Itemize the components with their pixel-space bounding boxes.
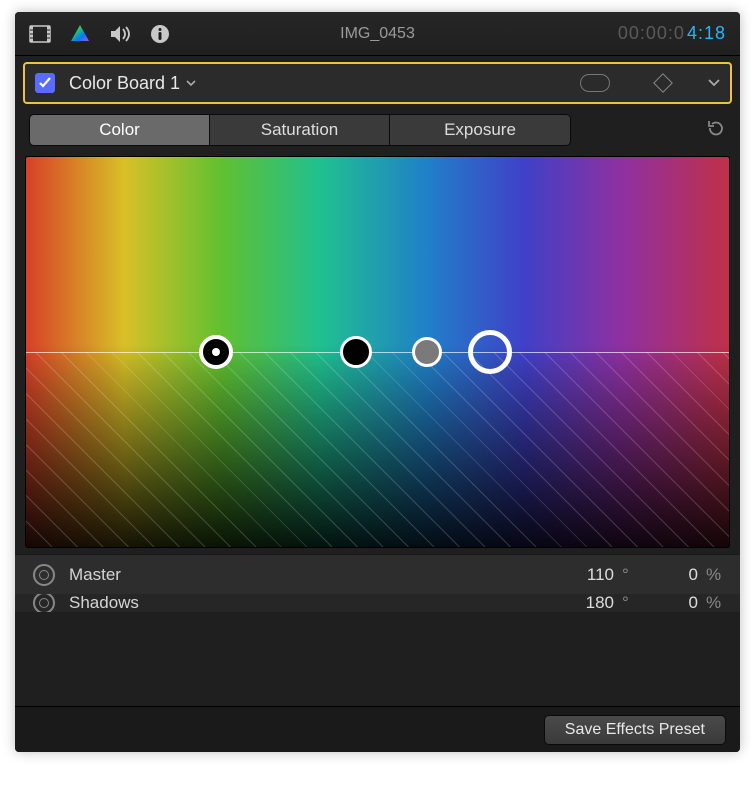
- save-effects-preset-button[interactable]: Save Effects Preset: [544, 715, 726, 745]
- param-row-master[interactable]: Master 110 ° 0 %: [15, 554, 740, 594]
- inspector-toolbar: IMG_0453 00:00:0 4:18: [15, 12, 740, 56]
- color-field-hatch: [26, 352, 729, 547]
- param-hue-unit: °: [614, 594, 638, 612]
- puck-highlights[interactable]: [412, 337, 442, 367]
- info-inspector-icon[interactable]: [149, 23, 171, 45]
- param-hue-value[interactable]: 110: [554, 565, 614, 585]
- effect-name-dropdown[interactable]: Color Board 1: [69, 73, 196, 94]
- color-field-wrap: [15, 152, 740, 548]
- param-puck-icon: [33, 594, 55, 612]
- param-hue-value[interactable]: 180: [554, 594, 614, 612]
- effect-header[interactable]: Color Board 1: [23, 62, 732, 104]
- puck-master[interactable]: [468, 330, 512, 374]
- puck-shadows[interactable]: [199, 335, 233, 369]
- inspector-footer: Save Effects Preset: [15, 706, 740, 752]
- timecode: 00:00:0 4:18: [618, 23, 726, 44]
- effect-enabled-checkbox[interactable]: [35, 73, 55, 93]
- timecode-dim: 00:00:0: [618, 23, 685, 44]
- param-puck-icon: [33, 564, 55, 586]
- param-label: Shadows: [69, 594, 139, 612]
- color-board-tabs: Color Saturation Exposure: [29, 114, 571, 146]
- mask-icon[interactable]: [580, 74, 610, 92]
- video-inspector-icon[interactable]: [29, 23, 51, 45]
- inspector-panel: IMG_0453 00:00:0 4:18 Color Board 1 Colo…: [15, 12, 740, 752]
- reset-icon[interactable]: [706, 118, 726, 142]
- param-amount-value[interactable]: 0: [638, 565, 698, 585]
- param-hue-unit: °: [614, 565, 638, 585]
- color-field-midline: [26, 352, 729, 353]
- tab-saturation[interactable]: Saturation: [210, 115, 390, 145]
- keyframe-icon[interactable]: [653, 73, 673, 93]
- puck-midtones[interactable]: [340, 336, 372, 368]
- param-amount-unit: %: [698, 565, 722, 585]
- param-label: Master: [69, 565, 121, 585]
- parameter-list: Master 110 ° 0 % Shadows 180 ° 0 %: [15, 554, 740, 612]
- timecode-bright: 4:18: [687, 23, 726, 44]
- param-amount-value[interactable]: 0: [638, 594, 698, 612]
- tab-exposure[interactable]: Exposure: [390, 115, 570, 145]
- tab-row: Color Saturation Exposure: [15, 104, 740, 152]
- effect-disclosure-chevron-icon[interactable]: [708, 75, 720, 92]
- color-board-field[interactable]: [25, 156, 730, 548]
- chevron-down-icon: [186, 76, 196, 90]
- effect-name-label: Color Board 1: [69, 73, 180, 94]
- tab-color[interactable]: Color: [30, 115, 210, 145]
- param-row-shadows[interactable]: Shadows 180 ° 0 %: [15, 594, 740, 612]
- audio-inspector-icon[interactable]: [109, 23, 131, 45]
- color-inspector-icon[interactable]: [69, 23, 91, 45]
- param-amount-unit: %: [698, 594, 722, 612]
